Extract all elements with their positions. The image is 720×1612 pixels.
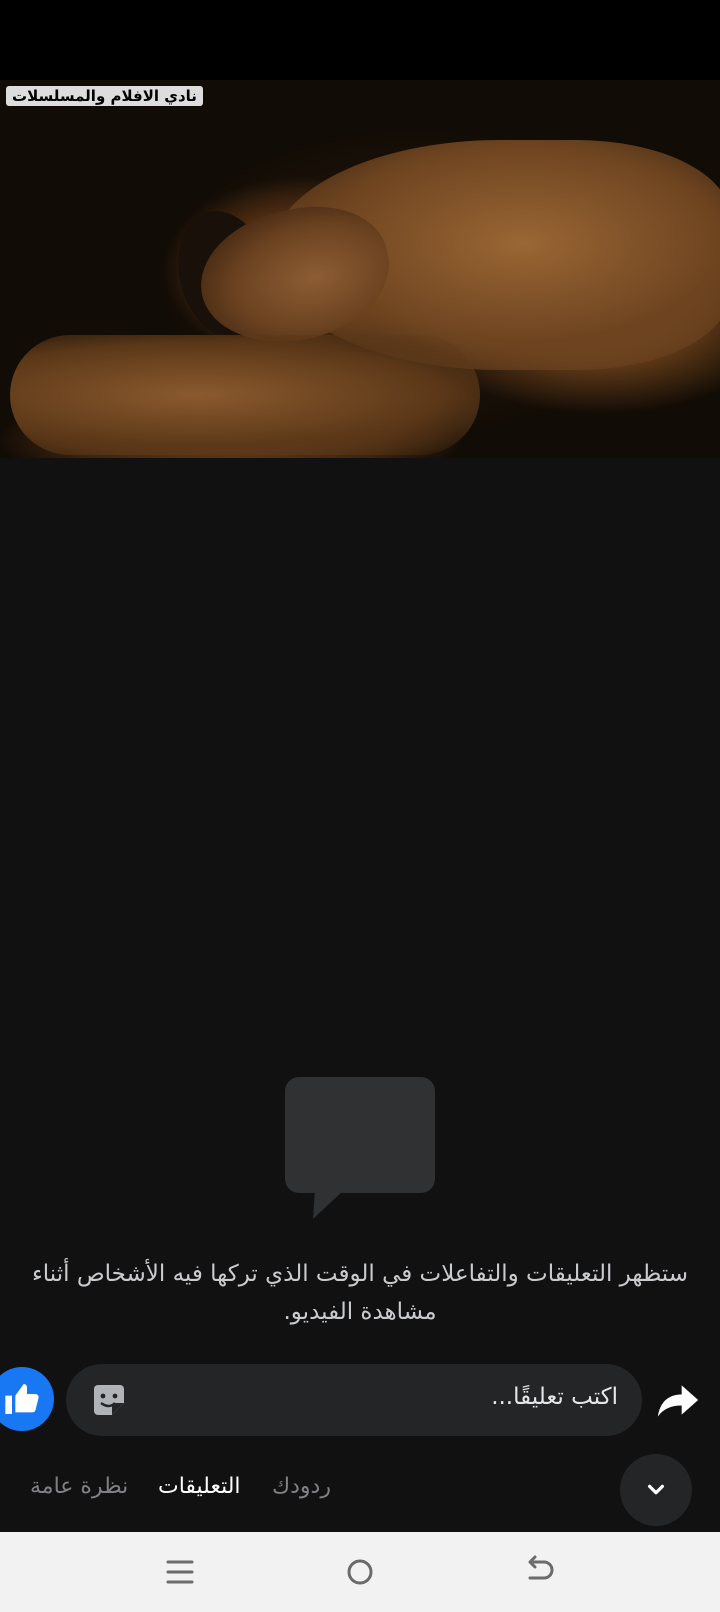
tab-comments[interactable]: التعليقات bbox=[158, 1474, 241, 1499]
speech-bubble-icon bbox=[285, 1077, 435, 1219]
empty-comments-message: ستظهر التعليقات والتفاعلات في الوقت الذي… bbox=[31, 1261, 689, 1325]
comment-input[interactable]: اكتب تعليقًا... bbox=[66, 1364, 642, 1436]
back-icon[interactable] bbox=[518, 1550, 562, 1594]
home-icon[interactable] bbox=[338, 1550, 382, 1594]
tab-bar: نظرة عامة التعليقات ردودك bbox=[0, 1452, 720, 1532]
video-watermark: نادي الافلام والمسلسلات bbox=[6, 86, 203, 106]
screen: نادي الافلام والمسلسلات ستظهر التعليقات … bbox=[0, 0, 720, 1612]
share-arrow-icon[interactable] bbox=[656, 1378, 700, 1422]
status-bar bbox=[0, 0, 720, 80]
comment-placeholder: اكتب تعليقًا... bbox=[491, 1384, 618, 1410]
tab-overview[interactable]: نظرة عامة bbox=[30, 1474, 128, 1499]
sticker-icon[interactable] bbox=[90, 1381, 128, 1419]
collapse-button[interactable] bbox=[620, 1454, 692, 1526]
like-button[interactable] bbox=[0, 1367, 54, 1431]
chevron-down-icon bbox=[647, 1484, 665, 1495]
system-navigation-bar bbox=[0, 1532, 720, 1612]
tab-your-replies[interactable]: ردودك bbox=[272, 1474, 331, 1499]
video-player[interactable]: نادي الافلام والمسلسلات bbox=[0, 80, 720, 458]
video-frame-shape bbox=[10, 335, 480, 455]
recent-apps-icon[interactable] bbox=[158, 1550, 202, 1594]
thumbs-up-icon bbox=[5, 1384, 39, 1414]
